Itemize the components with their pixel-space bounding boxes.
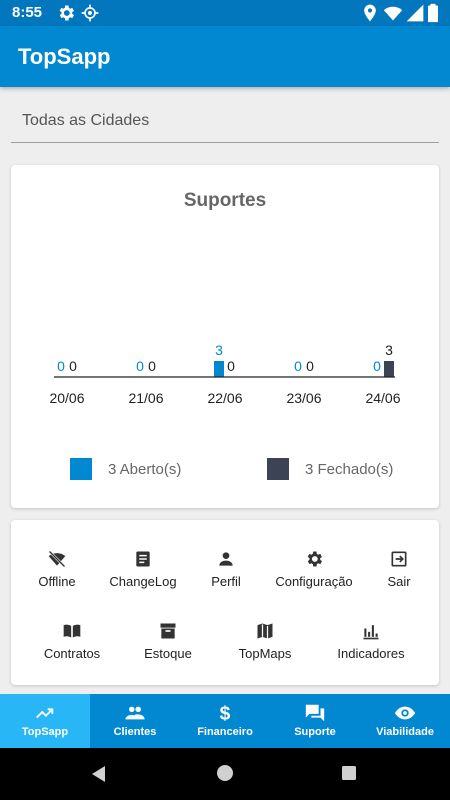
data-label-open: 0 [294, 358, 302, 374]
nav-topsapp-label: TopSapp [21, 726, 69, 738]
menu-estoque-label: Estoque [144, 646, 192, 661]
dollar-icon: $ [220, 703, 231, 724]
gear-icon [307, 551, 322, 567]
legend-open-swatch [70, 458, 92, 480]
map-icon [257, 623, 273, 639]
status-time: 8:55 [12, 4, 43, 21]
x-tick-label: 21/06 [128, 390, 163, 406]
back-icon[interactable] [89, 764, 109, 784]
data-label-closed: 0 [148, 358, 156, 374]
menu-configuracao[interactable]: Configuração [269, 549, 359, 589]
people-icon [125, 706, 145, 720]
person-icon [219, 552, 233, 566]
nav-suporte[interactable]: Suporte [270, 694, 360, 748]
legend-open-label: 3 Aberto(s) [108, 461, 182, 478]
menu-offline[interactable]: Offline [12, 549, 102, 589]
book-icon [63, 624, 81, 638]
data-label-closed: 0 [306, 358, 314, 374]
bar-closed [384, 361, 394, 377]
nav-suporte-label: Suporte [294, 726, 336, 738]
home-icon[interactable] [216, 764, 234, 782]
city-select[interactable]: Todas as Cidades [11, 100, 439, 143]
menu-configuracao-label: Configuração [275, 574, 353, 589]
wifi-off-icon [48, 550, 66, 568]
nav-topsapp[interactable]: TopSapp [0, 694, 90, 748]
bar-chart-icon [363, 625, 379, 640]
data-label-open: 0 [57, 358, 65, 374]
menu-topmaps-label: TopMaps [238, 646, 292, 661]
x-tick-label: 20/06 [49, 390, 84, 406]
status-bar: 8:55 [0, 0, 450, 26]
system-navigation-bar [0, 748, 450, 800]
shortcut-menu-card: Offline ChangeLog Perfil Configuração Sa… [11, 520, 439, 685]
x-tick-label: 24/06 [365, 390, 400, 406]
legend-closed-swatch [267, 458, 289, 480]
location-target-icon [81, 4, 99, 22]
menu-indicadores[interactable]: Indicadores [326, 621, 416, 661]
menu-perfil-label: Perfil [211, 574, 241, 589]
document-icon [136, 551, 150, 567]
legend-closed-label: 3 Fechado(s) [305, 461, 394, 478]
eye-icon [394, 706, 416, 720]
x-tick-label: 22/06 [207, 390, 242, 406]
support-chart-card: Suportes 0 0 20/06 0 0 21/06 3 0 22/06 0 0 23/06 0 3 2… [11, 165, 439, 508]
data-label-closed: 3 [385, 342, 393, 358]
menu-indicadores-label: Indicadores [337, 646, 405, 661]
x-tick-label: 23/06 [286, 390, 321, 406]
data-label-open: 0 [136, 358, 144, 374]
data-label-closed: 0 [227, 358, 235, 374]
menu-changelog-label: ChangeLog [109, 574, 177, 589]
data-label-open: 3 [215, 342, 223, 358]
menu-estoque[interactable]: Estoque [123, 621, 213, 661]
nav-viabilidade-label: Viabilidade [376, 726, 434, 738]
exit-icon [391, 551, 407, 567]
city-select-value: Todas as Cidades [22, 112, 150, 129]
wifi-icon [383, 6, 403, 21]
menu-offline-label: Offline [38, 574, 76, 589]
bottom-navigation: TopSapp Clientes $ Financeiro Suporte Vi… [0, 694, 450, 748]
menu-sair-label: Sair [387, 574, 411, 589]
data-label-closed: 0 [69, 358, 77, 374]
nav-financeiro-label: Financeiro [197, 726, 253, 738]
nav-clientes-label: Clientes [113, 726, 157, 738]
support-bar-chart: 0 020/060 021/063022/060 023/060324/06 [49, 342, 400, 406]
menu-contratos[interactable]: Contratos [27, 621, 117, 661]
trending-up-icon [36, 708, 54, 719]
nav-viabilidade[interactable]: Viabilidade [360, 694, 450, 748]
menu-topmaps[interactable]: TopMaps [220, 621, 310, 661]
battery-icon [428, 3, 438, 23]
app-bar: TopSapp [0, 26, 450, 87]
data-label-open: 0 [373, 358, 381, 374]
app-title: TopSapp [18, 44, 111, 69]
menu-sair[interactable]: Sair [354, 549, 444, 589]
settings-icon [59, 5, 74, 21]
chat-icon [305, 704, 325, 722]
nav-financeiro[interactable]: $ Financeiro [180, 694, 270, 748]
menu-contratos-label: Contratos [43, 646, 101, 661]
location-pin-icon [364, 4, 376, 22]
nav-clientes[interactable]: Clientes [90, 694, 180, 748]
archive-icon [160, 623, 176, 639]
signal-icon [406, 4, 424, 22]
svg-text:$: $ [220, 703, 231, 724]
menu-changelog[interactable]: ChangeLog [98, 549, 188, 589]
recents-icon[interactable] [341, 765, 357, 781]
bar-open [214, 361, 224, 377]
menu-perfil[interactable]: Perfil [181, 549, 271, 589]
